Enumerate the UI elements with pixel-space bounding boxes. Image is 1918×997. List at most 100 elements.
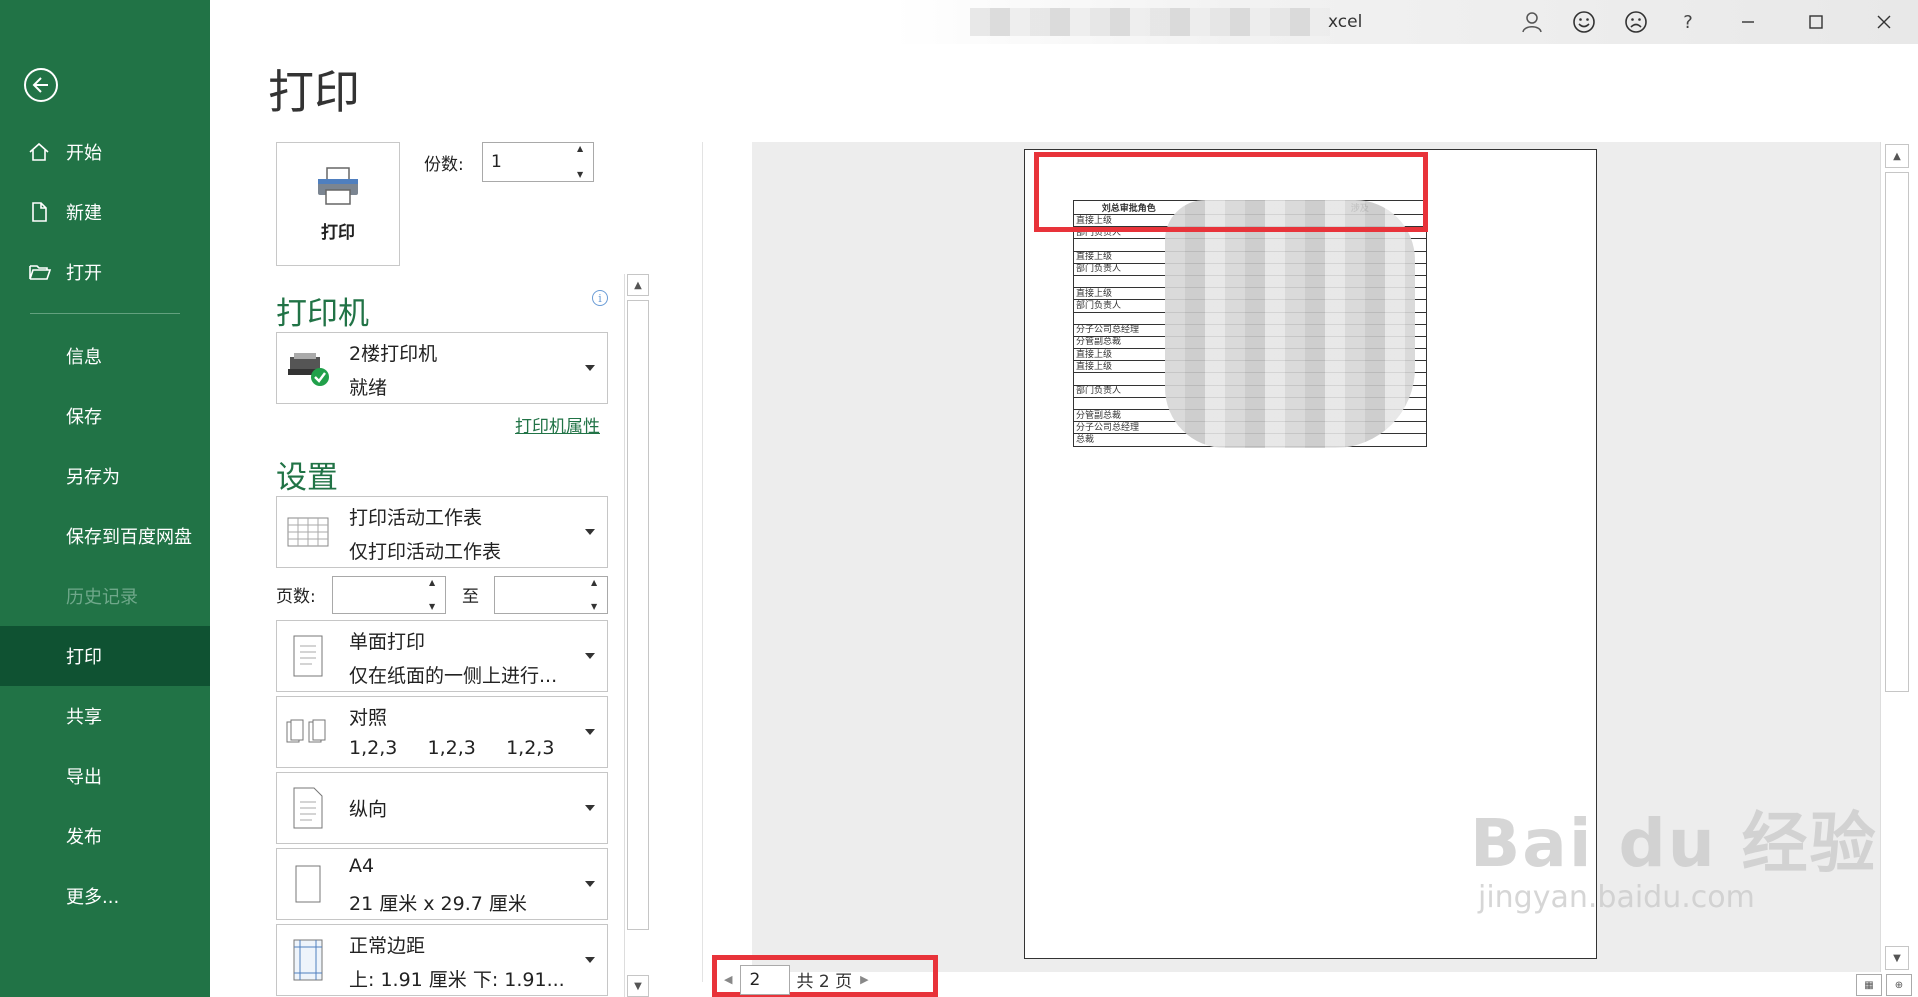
scroll-down-icon[interactable]: ▼ [627,975,649,997]
nav-info[interactable]: 信息 [0,326,210,386]
nav-save-to-baidu[interactable]: 保存到百度网盘 [0,506,210,566]
nav-label: 历史记录 [66,587,138,608]
printer-heading: 打印机 [276,296,369,332]
print-scope-dropdown[interactable]: 打印活动工作表 仅打印活动工作表 [276,496,608,568]
page-title: 打印 [268,65,360,119]
single-sided-icon [285,633,331,679]
home-icon [28,141,58,163]
collate-dropdown[interactable]: 对照 1,2,3 1,2,3 1,2,3 [276,696,608,768]
nav-export[interactable]: 导出 [0,746,210,806]
table-cell: 分子公司总经理 [1073,421,1184,435]
printer-ready-icon [285,345,331,391]
nav-label: 打印 [66,647,102,668]
printer-properties-link[interactable]: 打印机属性 [515,412,600,437]
orientation-dropdown[interactable]: 纵向 [276,772,608,844]
next-page-icon[interactable]: ▶ [860,973,868,986]
page-navigator: ◀ 2 共 2 页 ▶ [716,962,877,997]
scroll-up-icon[interactable]: ▲ [627,274,649,296]
nav-new[interactable]: 新建 [0,182,210,242]
blurred-filename [970,8,1330,36]
chevron-down-icon [585,881,595,887]
pages-label: 页数: [276,587,316,607]
nav-home[interactable]: 开始 [0,122,210,182]
stepper-arrows[interactable]: ▲ ▼ [577,145,589,179]
smile-feedback-icon[interactable] [1558,0,1610,44]
minimize-icon[interactable] [1714,0,1782,44]
maximize-icon[interactable] [1782,0,1850,44]
chevron-down-icon [585,805,595,811]
scroll-down-icon[interactable]: ▼ [1885,946,1909,970]
frown-feedback-icon[interactable] [1610,0,1662,44]
chevron-down-icon [585,365,595,371]
table-cell: 总裁 [1073,433,1184,447]
nav-history: 历史记录 [0,566,210,626]
nav-save-as[interactable]: 另存为 [0,446,210,506]
scroll-thumb[interactable] [1885,172,1909,692]
nav-divider [30,313,180,314]
orientation-main: 纵向 [349,798,388,821]
printer-dropdown[interactable]: 2楼打印机 就绪 [276,332,608,404]
previous-page-icon[interactable]: ◀ [724,973,732,986]
help-icon[interactable]: ? [1662,0,1714,44]
preview-scrollbar[interactable]: ▲ ▼ [1880,142,1912,972]
nav-print[interactable]: 打印 [0,626,210,686]
page-number-input[interactable]: 2 [740,964,791,995]
collate-icon [285,709,331,755]
nav-label: 打开 [66,263,102,284]
nav-label: 发布 [66,827,102,848]
nav-label: 另存为 [66,467,120,488]
nav-label: 信息 [66,347,102,368]
zoom-to-page-icon[interactable]: ⊕ [1886,974,1912,996]
sides-dropdown[interactable]: 单面打印 仅在纸面的一侧上进行... [276,620,608,692]
chevron-down-icon [585,957,595,963]
nav-more[interactable]: 更多... [0,866,210,926]
worksheet-grid-icon [285,509,331,555]
print-button-label: 打印 [321,222,355,243]
table-cell: 分管副总裁 [1073,409,1184,423]
nav-label: 更多... [66,887,120,908]
scope-sub: 仅打印活动工作表 [349,541,502,563]
portrait-icon [285,785,331,831]
pages-from-input[interactable]: ▲ ▼ [332,576,446,614]
open-folder-icon [28,261,58,283]
chevron-down-icon [585,529,595,535]
margins-sub: 上: 1.91 厘米 下: 1.91... [349,969,565,991]
title-bar-controls: ? [1506,0,1918,44]
margins-main: 正常边距 [349,935,426,957]
nav-open[interactable]: 打开 [0,242,210,302]
pages-to-input[interactable]: ▲ ▼ [494,576,608,614]
printer-name: 2楼打印机 [349,343,438,365]
new-document-icon [28,201,58,223]
nav-label: 共享 [66,707,102,728]
nav-label: 开始 [66,143,102,164]
nav-publish[interactable]: 发布 [0,806,210,866]
stepper-arrows[interactable]: ▲ ▼ [429,579,441,611]
show-margins-icon[interactable]: ▦ [1856,974,1882,996]
nav-share[interactable]: 共享 [0,686,210,746]
nav-save[interactable]: 保存 [0,386,210,446]
back-arrow-icon[interactable] [24,68,58,102]
account-icon[interactable] [1506,0,1558,44]
copies-label: 份数: [424,155,464,175]
printer-icon [315,166,361,210]
print-button[interactable]: 打印 [276,142,400,266]
blurred-content [1165,200,1415,448]
nav-label: 新建 [66,203,102,224]
scroll-thumb[interactable] [627,300,649,930]
close-icon[interactable] [1850,0,1918,44]
scroll-up-icon[interactable]: ▲ [1885,144,1909,168]
preview-view-controls: ▦ ⊕ [1852,974,1912,996]
nav-label: 导出 [66,767,102,788]
paper-size-dropdown[interactable]: A4 21 厘米 x 29.7 厘米 [276,848,608,920]
pages-to-label: 至 [462,587,479,607]
stepper-arrows[interactable]: ▲ ▼ [591,579,603,611]
copies-value: 1 [491,152,502,172]
app-title: xcel [1328,12,1363,32]
sides-main: 单面打印 [349,631,426,653]
settings-heading: 设置 [276,460,338,496]
settings-scrollbar[interactable]: ▲ ▼ [624,274,650,997]
info-icon[interactable]: i [592,290,608,306]
margins-dropdown[interactable]: 正常边距 上: 1.91 厘米 下: 1.91... [276,924,608,996]
title-bar: xcel ? [210,0,1918,44]
copies-stepper[interactable]: 1 ▲ ▼ [482,142,594,182]
